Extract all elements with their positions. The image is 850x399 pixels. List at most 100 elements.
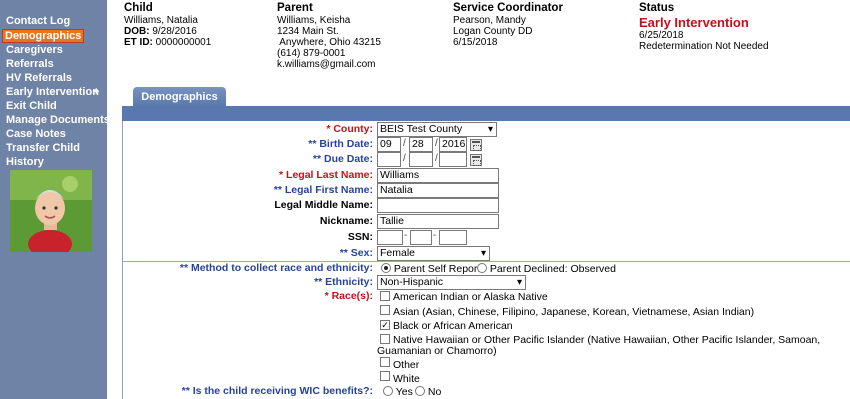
ethnicity-select[interactable]: Non-Hispanic [377,275,526,290]
checkbox-icon[interactable] [380,357,390,367]
date-separator: / [435,153,438,164]
child-column: Child Williams, Natalia DOB: 9/28/2016 E… [124,2,211,48]
sidebar-item-transfer-child[interactable]: Transfer Child [6,142,80,154]
coordinator-date: 6/15/2018 [453,37,498,48]
race-option-other: Other [393,359,420,371]
middle-name-input[interactable] [377,198,499,213]
ssn-part2-input[interactable] [410,230,432,245]
child-dob: DOB: 9/28/2016 [124,26,211,37]
etid-label: ET ID: [124,37,153,48]
sex-select[interactable]: Female [377,246,490,261]
coordinator-heading: Service Coordinator [453,2,563,14]
checkbox-checked-icon[interactable]: ✓ [380,320,390,330]
county-select[interactable]: BEIS Test County [377,122,497,137]
sidebar-item-referrals[interactable]: Referrals [6,58,54,70]
sidebar: Contact Log Demographics Caregivers Refe… [0,0,110,399]
sidebar-item-contact-log[interactable]: Contact Log [6,15,70,27]
first-name-label: ** Legal First Name: [273,184,373,196]
ssn-separator: - [433,230,437,241]
radio-unselected-icon[interactable] [415,386,425,396]
wic-label: ** Is the child receiving WIC benefits?: [181,385,373,397]
etid-value: 0000000001 [155,37,212,48]
child-etid: ET ID: 0000000001 [124,37,211,48]
ssn-part1-input[interactable] [377,230,403,245]
race-option-white: White [393,373,420,385]
checkbox-icon[interactable] [380,334,390,344]
middle-name-label: Legal Middle Name: [274,199,373,211]
sidebar-item-early-intervention[interactable]: Early Intervention [6,86,99,98]
coordinator-column: Service Coordinator Pearson, Mandy Logan… [453,2,563,48]
wic-yes-label: Yes [395,386,413,398]
ssn-label: SSN: [347,231,373,243]
wic-option-no[interactable]: No [415,386,441,398]
date-separator: / [403,153,406,164]
last-name-label: * Legal Last Name: [279,169,373,181]
radio-selected-icon[interactable] [381,263,391,273]
tab-demographics[interactable]: Demographics [133,87,226,108]
ethnicity-label: ** Ethnicity: [314,276,373,288]
last-name-input[interactable]: Williams [377,168,499,183]
checkbox-icon[interactable] [380,305,390,315]
method-label: ** Method to collect race and ethnicity: [179,262,373,274]
race-option-asian: Asian (Asian, Chinese, Filipino, Japanes… [393,306,755,318]
parent-heading: Parent [277,2,313,14]
nickname-input[interactable]: Tallie [377,214,499,229]
radio-unselected-icon[interactable] [383,386,393,396]
dob-label: DOB: [124,26,150,37]
due-date-label: ** Due Date: [312,153,373,165]
sidebar-item-case-notes[interactable]: Case Notes [6,128,66,140]
sidebar-item-demographics[interactable]: Demographics [2,29,85,43]
sidebar-item-hv-referrals[interactable]: HV Referrals [6,72,72,84]
birth-date-label: ** Birth Date: [308,138,373,150]
status-note: Redetermination Not Needed [639,41,769,52]
parent-column: Parent Williams, Keisha 1234 Main St. An… [277,2,381,70]
parent-email[interactable]: k.williams@gmail.com [277,59,381,70]
race-option-black: Black or African American [393,320,513,332]
method-option-self-report-label: Parent Self Report [393,263,481,275]
status-heading: Status [639,2,675,14]
sidebar-item-history[interactable]: History [6,156,44,168]
birth-month-input[interactable]: 09 [377,137,401,152]
checkbox-icon[interactable] [380,371,390,381]
race-label: * Race(s): [324,290,373,302]
radio-unselected-icon[interactable] [477,263,487,273]
method-option-declined[interactable]: Parent Declined: Observed [477,263,616,275]
race-option-american-indian: American Indian or Alaska Native [393,291,548,303]
method-option-declined-label: Parent Declined: Observed [489,263,616,275]
parent-phone: (614) 879-0001 [277,48,346,59]
method-option-self-report[interactable]: Parent Self Report [381,263,480,275]
date-separator: / [403,138,406,149]
race-option-native-hawaiian-wrap: Guamanian or Chamorro) [377,345,497,357]
child-heading: Child [124,2,153,14]
wic-no-label: No [427,386,442,398]
parent-name: Williams, Keisha [277,15,351,26]
status-date: 6/25/2018 [639,30,684,41]
calendar-icon[interactable] [470,139,482,151]
first-name-input[interactable]: Natalia [377,183,499,198]
sidebar-item-caregivers[interactable]: Caregivers [6,44,63,56]
sidebar-item-exit-child[interactable]: Exit Child [6,100,57,112]
demographics-form: * County: BEIS Test County ** Birth Date… [122,121,850,399]
sex-label: ** Sex: [339,247,373,259]
child-photo-image [10,170,92,252]
birth-day-input[interactable]: 28 [409,137,433,152]
child-name: Williams, Natalia [124,15,198,26]
birth-year-input[interactable]: 2016 [439,137,467,152]
sidebar-item-manage-documents[interactable]: Manage Documents [6,114,110,126]
checkbox-icon[interactable] [380,291,390,301]
calendar-icon[interactable] [470,154,482,166]
ssn-part3-input[interactable] [439,230,467,245]
parent-address-2: Anywhere, Ohio 43215 [277,37,381,48]
parent-address-1: 1234 Main St. [277,26,339,37]
nickname-label: Nickname: [319,215,373,227]
county-label: * County: [326,123,373,135]
expand-plus-icon[interactable]: + [93,86,99,98]
dob-value: 9/28/2016 [152,26,197,37]
coordinator-agency: Logan County DD [453,26,533,37]
due-month-input[interactable] [377,152,401,167]
due-year-input[interactable] [439,152,467,167]
due-day-input[interactable] [409,152,433,167]
wic-option-yes[interactable]: Yes [383,386,413,398]
coordinator-name: Pearson, Mandy [453,15,526,26]
status-value: Early Intervention [639,15,749,30]
